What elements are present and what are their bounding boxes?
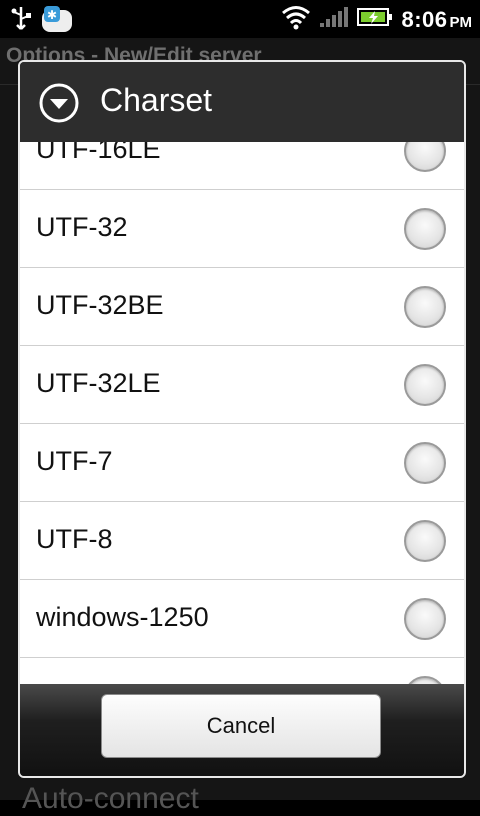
list-item[interactable]: UTF-7 [20,424,464,502]
list-item-label: UTF-32 [36,212,128,242]
charset-list[interactable]: UTF-16LE UTF-32 UTF-32BE UTF-32LE UTF-7 … [20,142,464,684]
radio-button[interactable] [404,286,446,328]
radio-button[interactable] [404,598,446,640]
status-bar-right: 8:06 PM [281,4,472,35]
radio-button[interactable] [404,208,446,250]
status-bar: ✱ 8:06 PM [0,0,480,38]
wifi-icon [281,4,311,35]
dialog-title: Charset [100,82,213,118]
status-bar-left: ✱ [10,4,74,39]
list-item-label: UTF-32LE [36,368,161,398]
list-item-label: UTF-32BE [36,290,164,320]
radio-button[interactable] [404,364,446,406]
background-auto-connect-label: Auto-connect [22,782,199,815]
radio-button[interactable] [404,442,446,484]
list-item[interactable]: windows-1250 [20,580,464,658]
list-item[interactable]: UTF-32 [20,190,464,268]
list-item[interactable]: UTF-32LE [20,346,464,424]
dialog-header: Charset [20,62,464,142]
usb-icon [10,5,32,38]
notification-app-icon: ✱ [40,4,74,39]
list-item[interactable]: UTF-32BE [20,268,464,346]
radio-button[interactable] [404,142,446,172]
clock-time: 8:06 [401,6,448,32]
svg-text:✱: ✱ [47,8,57,22]
list-item-label: UTF-8 [36,524,113,554]
radio-button[interactable] [404,520,446,562]
list-item[interactable]: UTF-16LE [20,142,464,190]
list-item-label: windows-1250 [36,602,209,632]
clock-ampm: PM [449,13,473,31]
list-item-label: UTF-16LE [36,142,161,164]
chevron-down-circle-icon [38,82,80,129]
battery-charging-icon [357,6,393,33]
charset-dialog: Charset UTF-16LE UTF-32 UTF-32BE UTF-32L… [18,60,466,778]
clock: 8:06 PM [401,7,472,33]
list-item-partial[interactable] [20,658,464,684]
radio-button[interactable] [404,676,446,684]
list-item-label: UTF-7 [36,446,113,476]
signal-icon [319,5,349,34]
list-item[interactable]: UTF-8 [20,502,464,580]
cancel-button[interactable]: Cancel [101,694,381,758]
dialog-footer: Cancel [20,684,464,776]
